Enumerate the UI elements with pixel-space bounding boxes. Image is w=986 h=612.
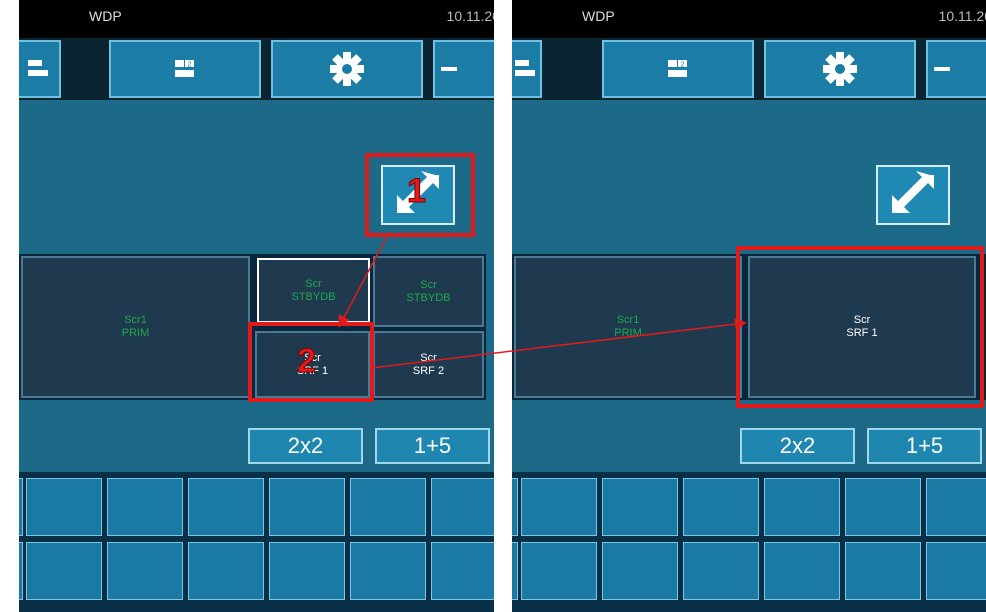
arrow-icon	[934, 67, 950, 71]
layout-1-button[interactable]	[19, 40, 61, 98]
main-area: Scr1 PRIM Scr SRF 1 2x2 1+5	[512, 100, 986, 472]
status-bar: WDP 10.11.20	[512, 0, 986, 38]
grid-button[interactable]	[431, 478, 494, 536]
layout-1plus5-button[interactable]: 1+5	[375, 428, 490, 464]
layout-2x2-button[interactable]: 2x2	[740, 428, 855, 464]
resize-button[interactable]	[876, 165, 950, 225]
grid-button[interactable]	[602, 542, 678, 600]
cell-line1: Scr	[853, 314, 871, 326]
cell-line2: SRF 1	[296, 364, 329, 377]
grid-button[interactable]	[188, 478, 264, 536]
cell-line1: Scr	[420, 278, 437, 291]
gear-icon	[330, 52, 364, 86]
grid-button[interactable]	[764, 478, 840, 536]
grid-button[interactable]	[845, 478, 921, 536]
status-date: 10.11.20	[938, 8, 986, 24]
grid-button[interactable]	[926, 478, 986, 536]
resize-arrows-icon	[892, 171, 934, 213]
toolbar: 2	[19, 38, 494, 100]
grid-button[interactable]	[19, 478, 23, 536]
grid-button[interactable]	[683, 542, 759, 600]
grid-button[interactable]	[26, 478, 102, 536]
arrow-icon	[441, 67, 457, 71]
screen-cell-prim[interactable]: Scr1 PRIM	[21, 256, 250, 398]
grid-button[interactable]	[107, 542, 183, 600]
grid-button[interactable]	[512, 542, 518, 600]
bottom-button-grid	[512, 472, 986, 612]
grid-button[interactable]	[431, 542, 494, 600]
gear-icon	[823, 52, 857, 86]
cell-line1: Scr1	[124, 314, 147, 326]
screen-cell-srf1[interactable]: Scr SRF 1	[748, 256, 976, 398]
settings-button[interactable]	[764, 40, 916, 98]
resize-button[interactable]	[381, 165, 455, 225]
next-button[interactable]	[926, 40, 986, 98]
resize-arrows-icon	[397, 171, 439, 213]
app-title: WDP	[89, 8, 122, 24]
bottom-button-grid	[19, 472, 494, 612]
cell-line1: Scr	[304, 351, 321, 364]
screen-cell-prim[interactable]: Scr1 PRIM	[514, 256, 742, 398]
layout-1plus5-button[interactable]: 1+5	[867, 428, 982, 464]
cell-line2: PRIM	[614, 327, 642, 339]
grid-button[interactable]	[512, 478, 518, 536]
grid-button[interactable]	[683, 478, 759, 536]
toolbar: 2	[512, 38, 986, 100]
grid-button[interactable]	[350, 542, 426, 600]
svg-text:2: 2	[188, 62, 192, 69]
screen-cell-srf2[interactable]: Scr SRF 2	[373, 331, 484, 398]
layout-1-icon	[28, 60, 48, 76]
grid-button[interactable]	[269, 478, 345, 536]
cell-line1: Scr	[420, 351, 437, 364]
main-area: Scr1 PRIM Scr STBYDB Scr STBYDB Scr SRF …	[19, 100, 494, 472]
svg-text:2: 2	[681, 62, 685, 69]
cell-line1: Scr1	[616, 314, 640, 326]
grid-button[interactable]	[107, 478, 183, 536]
grid-button[interactable]	[926, 542, 986, 600]
cell-line1: Scr	[305, 277, 322, 290]
right-screen: WDP 10.11.20 2	[512, 0, 986, 612]
cell-line2: SRF 1	[846, 327, 878, 339]
grid-button[interactable]	[602, 478, 678, 536]
screen-cell-stbydb-1[interactable]: Scr STBYDB	[257, 258, 370, 323]
next-button[interactable]	[433, 40, 494, 98]
app-title: WDP	[582, 8, 615, 24]
grid-button[interactable]	[764, 542, 840, 600]
cell-line2: PRIM	[121, 327, 150, 339]
grid-button[interactable]	[845, 542, 921, 600]
layout-2-icon: 2	[175, 60, 194, 77]
grid-button[interactable]	[350, 478, 426, 536]
grid-button[interactable]	[521, 478, 597, 536]
status-bar: WDP 10.11.20	[19, 0, 494, 38]
left-screen: WDP 10.11.20 2	[19, 0, 494, 612]
layout-1-button[interactable]	[512, 40, 542, 98]
grid-button[interactable]	[26, 542, 102, 600]
cell-line2: SRF 2	[412, 364, 445, 377]
layout-2x2-button[interactable]: 2x2	[248, 428, 363, 464]
layout-2-button[interactable]: 2	[109, 40, 261, 98]
cell-line2: STBYDB	[406, 291, 451, 304]
layout-2-button[interactable]: 2	[602, 40, 754, 98]
screen-cell-srf1[interactable]: Scr SRF 1	[255, 331, 370, 398]
layout-1-icon	[515, 60, 535, 76]
layout-2-icon: 2	[668, 60, 687, 77]
settings-button[interactable]	[271, 40, 423, 98]
grid-button[interactable]	[19, 542, 23, 600]
grid-button[interactable]	[521, 542, 597, 600]
cell-line2: STBYDB	[291, 290, 336, 303]
screen-cell-stbydb-2[interactable]: Scr STBYDB	[373, 256, 484, 327]
grid-button[interactable]	[269, 542, 345, 600]
status-date: 10.11.20	[446, 8, 494, 24]
grid-button[interactable]	[188, 542, 264, 600]
